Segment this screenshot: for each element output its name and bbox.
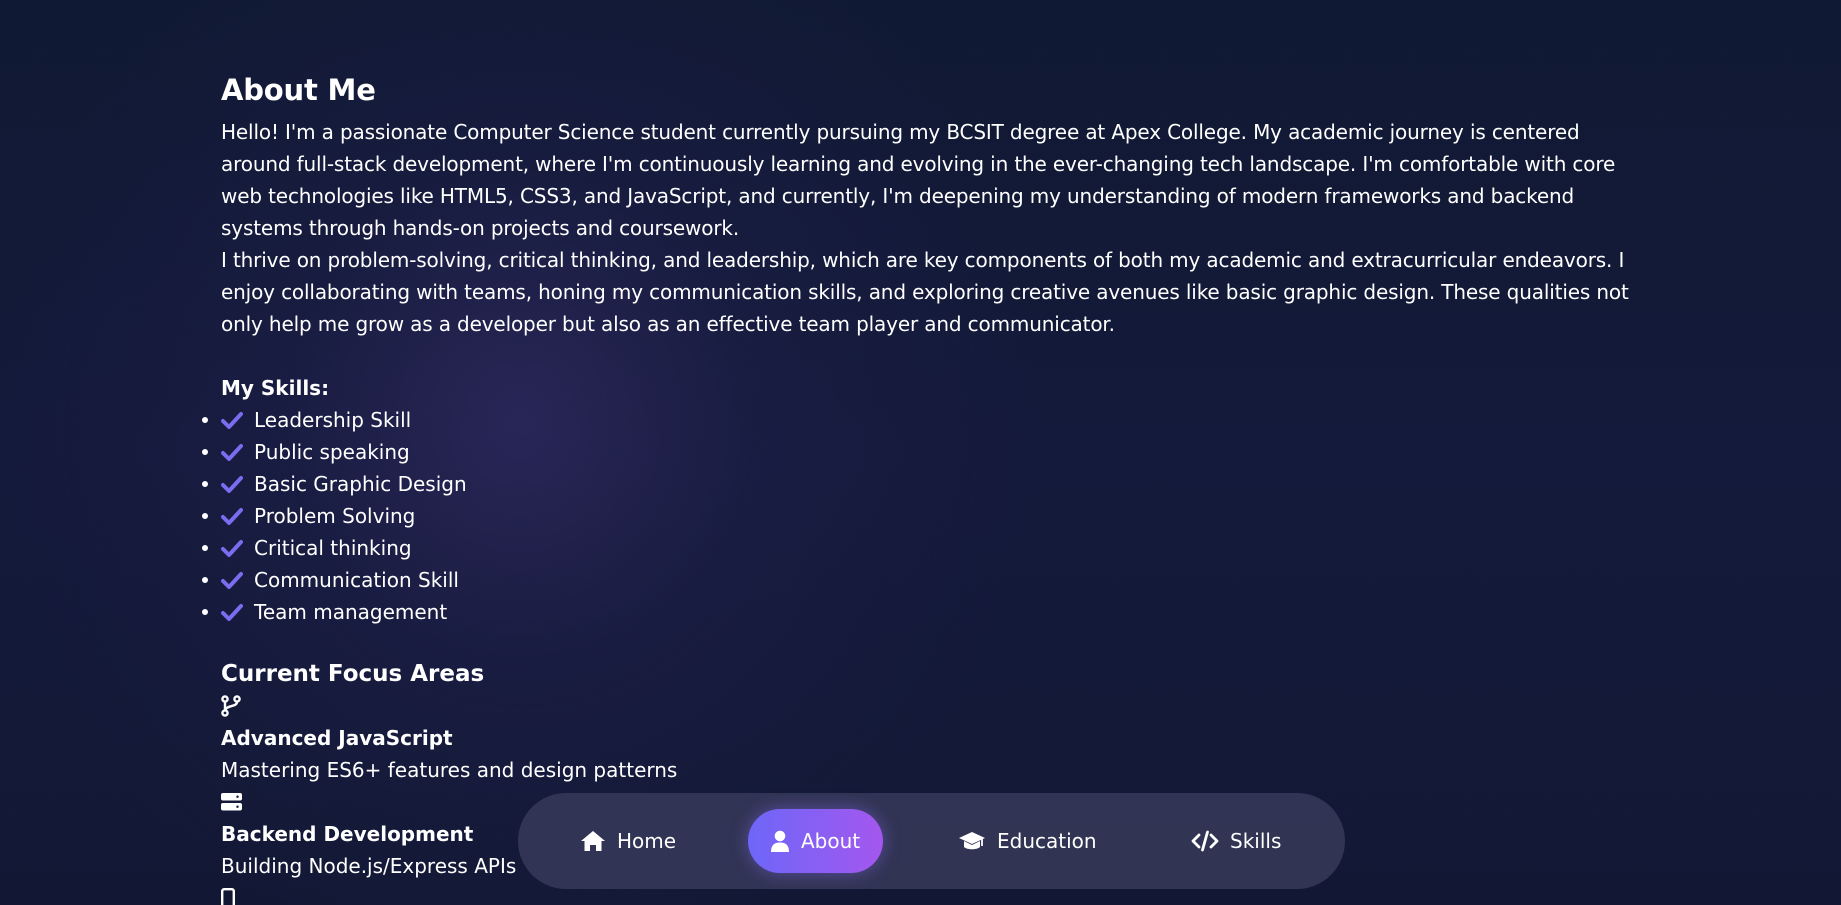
check-icon <box>221 564 243 596</box>
skill-label: Team management <box>254 600 448 624</box>
skill-label: Problem Solving <box>254 504 416 528</box>
graduation-cap-icon <box>958 830 986 852</box>
check-icon <box>221 436 243 468</box>
skills-list: Leadership Skill Public speaking Basic G… <box>202 404 1641 628</box>
nav-label: About <box>801 829 861 853</box>
about-section: About Me Hello! I'm a passionate Compute… <box>202 70 1641 905</box>
nav-item-education[interactable]: Education <box>958 809 1097 873</box>
code-icon <box>1191 830 1219 852</box>
focus-name: Advanced JavaScript <box>221 726 453 750</box>
list-item: Communication Skill <box>202 564 1641 596</box>
bullet-dot <box>202 481 208 487</box>
bullet-dot <box>202 449 208 455</box>
check-icon <box>221 532 243 564</box>
skills-heading: My Skills: <box>221 376 330 400</box>
nav-item-home[interactable]: Home <box>580 809 676 873</box>
about-paragraph-2: I thrive on problem-solving, critical th… <box>221 248 1629 336</box>
skill-label: Communication Skill <box>254 568 459 592</box>
page-title: About Me <box>221 73 376 107</box>
check-icon <box>221 468 243 500</box>
list-item: Basic Graphic Design <box>202 468 1641 500</box>
bullet-dot <box>202 417 208 423</box>
skill-label: Basic Graphic Design <box>254 472 467 496</box>
nav-label: Home <box>617 829 677 853</box>
focus-heading: Current Focus Areas <box>221 661 485 687</box>
bottom-nav: Home About Education Skills <box>518 793 1345 889</box>
nav-item-about[interactable]: About <box>748 809 884 873</box>
skill-label: Critical thinking <box>254 536 412 560</box>
check-icon <box>221 500 243 532</box>
bullet-dot <box>202 609 208 615</box>
focus-item: Advanced JavaScript Mastering ES6+ featu… <box>221 690 1641 786</box>
bullet-dot <box>202 545 208 551</box>
skill-label: Public speaking <box>254 440 410 464</box>
list-item: Public speaking <box>202 436 1641 468</box>
nav-item-skills[interactable]: Skills <box>1191 809 1281 873</box>
bullet-dot <box>202 513 208 519</box>
code-branch-icon <box>221 690 1641 722</box>
check-icon <box>221 596 243 628</box>
nav-label: Skills <box>1230 829 1282 853</box>
home-icon <box>580 830 606 852</box>
list-item: Leadership Skill <box>202 404 1641 436</box>
user-icon <box>770 830 790 852</box>
about-paragraph-1: Hello! I'm a passionate Computer Science… <box>221 120 1616 240</box>
bullet-dot <box>202 577 208 583</box>
skill-label: Leadership Skill <box>254 408 412 432</box>
list-item: Team management <box>202 596 1641 628</box>
focus-desc: Mastering ES6+ features and design patte… <box>221 758 678 782</box>
nav-label: Education <box>997 829 1097 853</box>
list-item: Problem Solving <box>202 500 1641 532</box>
check-icon <box>221 404 243 436</box>
list-item: Critical thinking <box>202 532 1641 564</box>
